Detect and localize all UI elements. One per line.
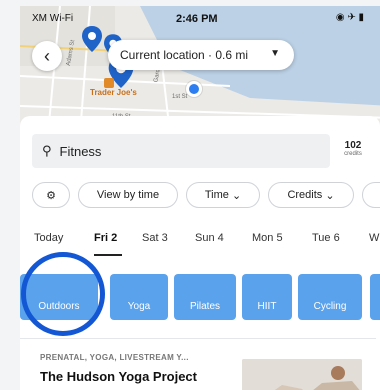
class-card[interactable]: PRENATAL, YOGA, LIVESTREAM Y... The Huds… — [20, 338, 376, 390]
category-cycling[interactable]: Cycling — [298, 274, 362, 320]
tab-mon-5[interactable]: Mon 5 — [252, 232, 283, 244]
category-pilates[interactable]: Pilates — [174, 274, 236, 320]
filter-label: Credits — [287, 189, 323, 201]
category-label: Pilates — [189, 301, 220, 312]
credits-badge: 102 credits — [340, 140, 366, 157]
category-label: HIIT — [257, 301, 277, 312]
category-label: Yoga — [127, 301, 151, 312]
sliders-icon: ⚙ — [46, 189, 56, 202]
status-bar: XM Wi-Fi 2:46 PM ◉ ✈ ▮ — [20, 6, 372, 30]
street-label: 1st St — [172, 94, 188, 100]
person-icon — [242, 359, 362, 390]
chevron-down-icon: ⌄ — [325, 189, 335, 202]
map-place-label: Trader Joe's — [90, 88, 137, 97]
grocery-icon — [104, 78, 114, 88]
search-icon: ⚲ — [42, 143, 52, 158]
more-filters-button[interactable] — [362, 182, 380, 208]
chevron-left-icon: ‹ — [44, 45, 50, 66]
category-yoga[interactable]: Yoga — [110, 274, 168, 320]
credits-count: 102 — [344, 140, 362, 151]
tab-today[interactable]: Today — [34, 232, 63, 244]
category-label: Cycling — [313, 301, 347, 312]
filter-settings-button[interactable]: ⚙ — [32, 182, 70, 208]
battery-icon: ◉ ✈ ▮ — [335, 12, 364, 23]
status-time: 2:46 PM — [176, 13, 218, 25]
class-tags: PRENATAL, YOGA, LIVESTREAM Y... — [40, 353, 189, 362]
view-by-time-button[interactable]: View by time — [78, 182, 178, 208]
highlight-circle — [21, 252, 105, 336]
filter-label: Time — [204, 189, 229, 201]
category-more[interactable] — [370, 274, 380, 320]
app-screen: Adams St Garden St 1st St 11th St Trader… — [0, 0, 380, 390]
location-selector[interactable]: Current location · 0.6 mi ▼ — [108, 40, 294, 70]
back-button[interactable]: ‹ — [32, 41, 62, 71]
tab-wed[interactable]: W — [369, 232, 379, 244]
search-input[interactable]: ⚲ Fitness — [32, 134, 330, 168]
chevron-down-icon: ⌄ — [231, 189, 242, 202]
tab-sat-3[interactable]: Sat 3 — [142, 232, 168, 244]
search-value: Fitness — [59, 143, 102, 159]
active-tab-indicator — [94, 254, 122, 256]
day-tabs: Today Fri 2 Sat 3 Sun 4 Mon 5 Tue 6 W — [32, 232, 380, 256]
credits-label: credits — [344, 151, 362, 157]
credits-filter-button[interactable]: Credits ⌄ — [268, 182, 354, 208]
current-location-icon — [186, 81, 202, 97]
filter-label: View by time — [96, 189, 160, 201]
filter-bar: ⚙ View by time Time ⌄ Credits ⌄ — [32, 182, 380, 208]
chevron-down-icon: ▼ — [270, 48, 280, 59]
class-title: The Hudson Yoga Project — [40, 369, 197, 384]
tab-tue-6[interactable]: Tue 6 — [312, 232, 340, 244]
class-photo — [242, 359, 362, 390]
category-hiit[interactable]: HIIT — [242, 274, 292, 320]
tab-sun-4[interactable]: Sun 4 — [195, 232, 224, 244]
carrier-label: XM Wi-Fi — [32, 13, 74, 24]
location-label: Current location · 0.6 mi — [120, 48, 249, 62]
time-filter-button[interactable]: Time ⌄ — [186, 182, 260, 208]
tab-fri-2[interactable]: Fri 2 — [94, 232, 117, 244]
